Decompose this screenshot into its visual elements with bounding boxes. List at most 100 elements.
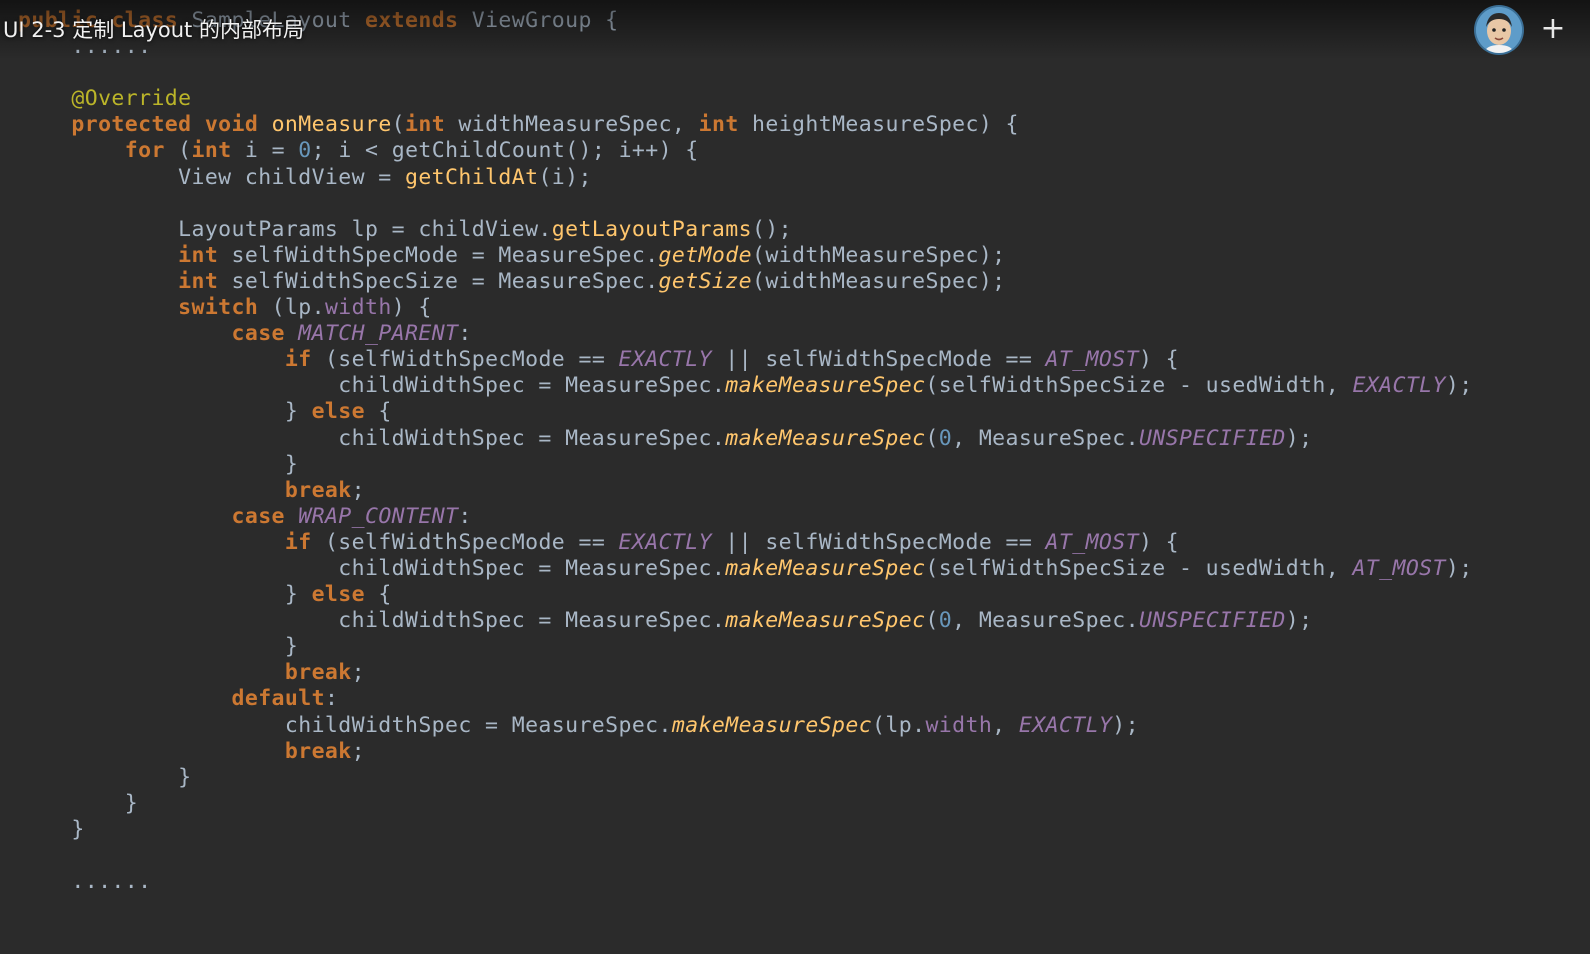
code-token: 0: [938, 608, 953, 634]
code-token: protected void: [71, 112, 272, 138]
code-token: (widthMeasureSpec);: [751, 242, 1006, 268]
code-token: ) {: [391, 295, 432, 321]
code-token: AT_MOST: [1045, 529, 1139, 555]
code-token: (lp.: [271, 295, 325, 321]
code-token: getChildAt: [404, 164, 539, 190]
code-token: default: [231, 686, 325, 712]
code-token: );: [1445, 555, 1473, 581]
code-token: 0: [298, 138, 312, 164]
code-token: childWidthSpec = MeasureSpec.: [18, 425, 726, 451]
code-token: EXACTLY: [618, 529, 712, 555]
code-token: if: [284, 529, 325, 555]
code-token: (: [925, 425, 939, 451]
code-token: int: [405, 112, 459, 138]
code-token: int: [178, 268, 232, 294]
code-token: else: [311, 399, 379, 425]
code-token: i =: [244, 138, 299, 164]
code-token: View childView =: [18, 164, 405, 190]
code-line: childWidthSpec = MeasureSpec.makeMeasure…: [18, 713, 1578, 739]
code-token: :: [458, 503, 472, 529]
code-token: 0: [938, 425, 953, 451]
code-token: (selfWidthSpecMode ==: [324, 529, 619, 555]
code-token: widthMeasureSpec,: [458, 112, 699, 138]
code-token: width: [324, 295, 392, 321]
code-line: ......: [18, 869, 1578, 895]
code-token: case: [231, 503, 299, 529]
code-line: default:: [18, 686, 1578, 712]
code-token: }: [18, 399, 312, 425]
code-token: UNSPECIFIED: [1138, 608, 1286, 634]
code-token: UNSPECIFIED: [1138, 425, 1286, 451]
code-token: for: [124, 138, 179, 164]
code-token: makeMeasureSpec: [725, 608, 926, 634]
code-token: int: [178, 242, 232, 268]
code-line: for (int i = 0; i < getChildCount(); i++…: [18, 138, 1578, 164]
code-token: selfWidthSpecSize = MeasureSpec.: [231, 268, 659, 294]
code-token: WRAP_CONTENT: [298, 503, 459, 529]
code-line: }: [18, 634, 1578, 660]
code-line: }: [18, 817, 1578, 843]
code-token: onMeasure: [271, 112, 392, 138]
code-token: extends: [364, 8, 472, 33]
code-token: ) {: [1138, 529, 1180, 555]
code-token: AT_MOST: [1352, 555, 1446, 581]
video-title[interactable]: UI 2-3 定制 Layout 的内部布局: [3, 14, 304, 44]
code-token: (i);: [538, 164, 592, 190]
code-token: (lp.: [872, 712, 926, 738]
code-line: childWidthSpec = MeasureSpec.makeMeasure…: [18, 608, 1578, 634]
channel-avatar-icon[interactable]: [1476, 7, 1522, 53]
code-line: }: [18, 765, 1578, 791]
code-line: if (selfWidthSpecMode == EXACTLY || self…: [18, 347, 1578, 373]
code-token: (selfWidthSpecMode ==: [324, 347, 619, 373]
code-token: int: [698, 112, 753, 138]
code-token: EXACTLY: [618, 347, 712, 373]
code-token: {: [378, 399, 392, 425]
code-token: break: [284, 738, 352, 764]
code-token: getSize: [658, 268, 752, 294]
code-token: :: [324, 686, 339, 712]
code-line: } else {: [18, 399, 1578, 425]
code-token: }: [18, 764, 192, 790]
code-token: || selfWidthSpecMode ==: [711, 529, 1046, 555]
code-editor: public class SampleLayout extends ViewGr…: [18, 8, 1578, 895]
code-token: AT_MOST: [1045, 347, 1139, 373]
code-token: (: [391, 112, 406, 138]
code-line: protected void onMeasure(int widthMeasur…: [18, 112, 1578, 138]
code-token: }: [18, 816, 85, 842]
code-token: childWidthSpec = MeasureSpec.: [18, 373, 726, 399]
code-line: case MATCH_PARENT:: [18, 321, 1578, 347]
code-token: ......: [18, 869, 152, 895]
code-token: );: [1112, 712, 1139, 738]
code-token: ) {: [1138, 347, 1180, 373]
code-token: break: [284, 660, 352, 686]
code-line: break;: [18, 660, 1578, 686]
code-token: ;: [351, 660, 365, 686]
code-token: makeMeasureSpec: [725, 373, 926, 399]
code-line: childWidthSpec = MeasureSpec.makeMeasure…: [18, 373, 1578, 399]
code-token: ViewGroup {: [471, 8, 619, 33]
code-token: , MeasureSpec.: [952, 608, 1139, 634]
code-token: width: [925, 712, 993, 738]
code-token: if: [284, 347, 325, 373]
code-token: MATCH_PARENT: [298, 321, 459, 347]
code-token: :: [458, 321, 472, 347]
code-token: selfWidthSpecMode = MeasureSpec.: [231, 242, 659, 268]
code-line: }: [18, 791, 1578, 817]
code-token: ; i < getChildCount(); i++) {: [311, 138, 699, 164]
code-token: int: [191, 138, 245, 164]
plus-icon[interactable]: +: [1540, 14, 1566, 44]
code-token: (: [178, 138, 192, 164]
code-token: || selfWidthSpecMode ==: [711, 347, 1046, 373]
code-token: ();: [751, 216, 792, 242]
code-token: LayoutParams lp = childView.: [18, 216, 552, 242]
code-token: break: [284, 477, 352, 503]
